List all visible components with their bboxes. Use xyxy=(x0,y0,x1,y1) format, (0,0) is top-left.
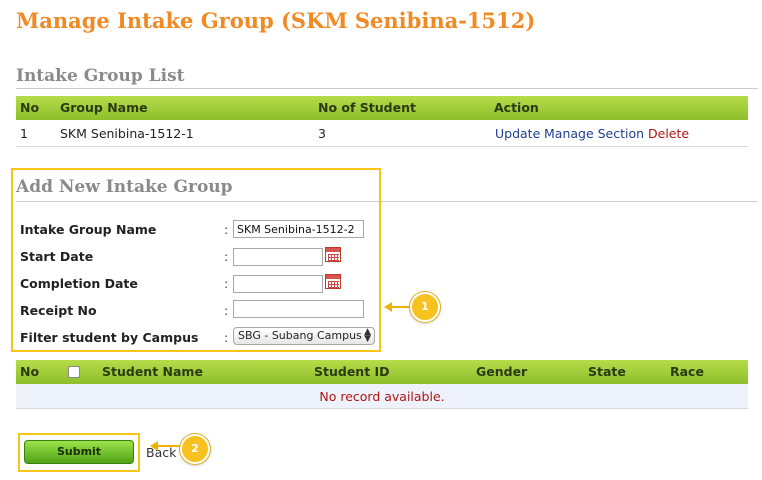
manage-section-link[interactable]: Manage Section xyxy=(544,126,644,141)
section-divider xyxy=(16,88,758,89)
highlight-form-box xyxy=(11,168,381,352)
submit-button[interactable]: Submit xyxy=(24,440,134,464)
col-race: Race xyxy=(670,364,704,379)
intake-list-header: No Group Name No of Student Action xyxy=(16,96,748,120)
col-gender: Gender xyxy=(476,364,528,379)
col-no: No xyxy=(20,364,40,379)
arrow-left-icon xyxy=(384,302,392,312)
student-table-header: No Student Name Student ID Gender State … xyxy=(16,360,748,384)
col-student-id: Student ID xyxy=(314,364,390,379)
row-divider xyxy=(16,146,748,147)
col-no: No xyxy=(20,100,40,115)
no-record-message: No record available. xyxy=(319,389,445,404)
col-student-name: Student Name xyxy=(102,364,203,379)
select-all-checkbox[interactable] xyxy=(68,366,80,378)
row-group-name: SKM Senibina-1512-1 xyxy=(60,126,194,141)
intake-list-title: Intake Group List xyxy=(16,66,185,86)
col-action: Action xyxy=(494,100,539,115)
col-no-of-student: No of Student xyxy=(318,100,416,115)
row-no: 1 xyxy=(20,126,28,141)
col-group-name: Group Name xyxy=(60,100,148,115)
update-link[interactable]: Update xyxy=(495,126,540,141)
callout-badge-2: 2 xyxy=(180,434,210,464)
arrow-left-icon xyxy=(150,441,158,451)
row-divider xyxy=(16,408,748,409)
callout-badge-1: 1 xyxy=(410,292,440,322)
delete-link[interactable]: Delete xyxy=(648,126,689,141)
page-title: Manage Intake Group (SKM Senibina-1512) xyxy=(16,8,536,33)
row-students: 3 xyxy=(318,126,326,141)
col-state: State xyxy=(588,364,626,379)
